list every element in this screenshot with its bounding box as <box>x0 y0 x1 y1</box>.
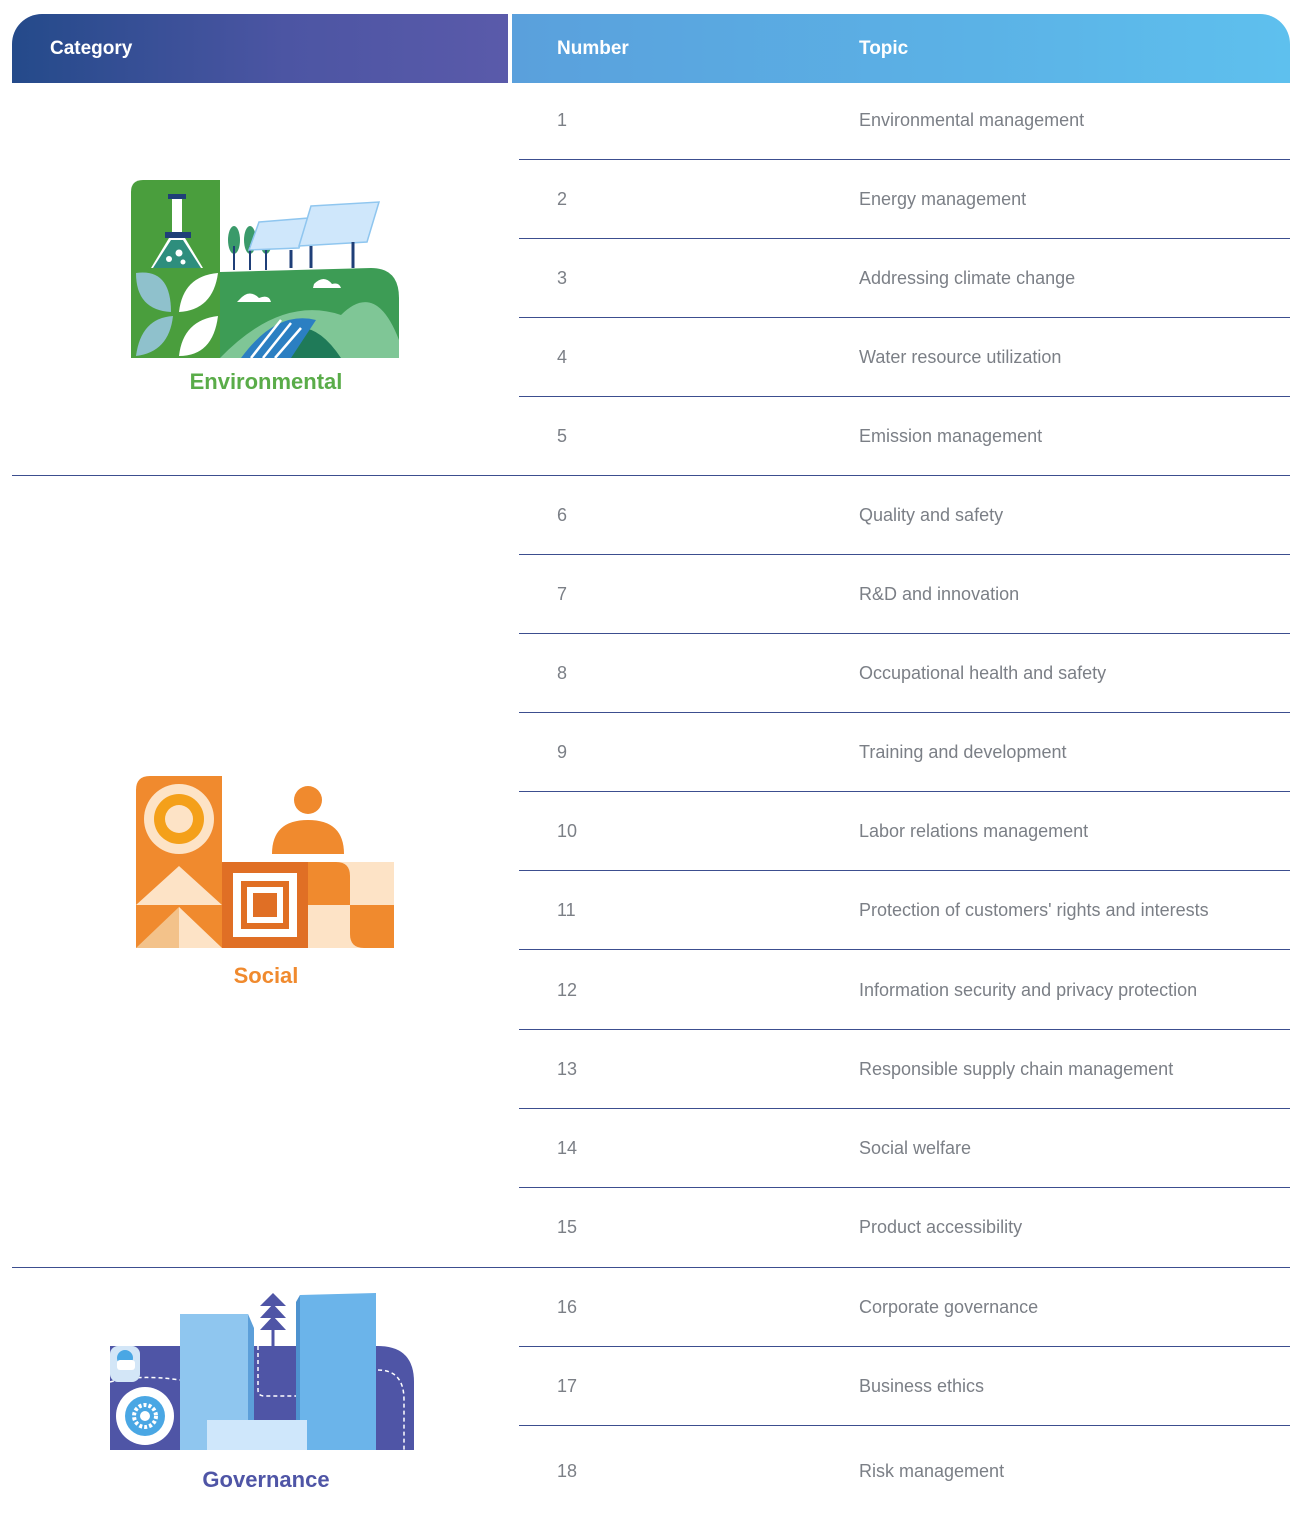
row-number: 5 <box>557 426 568 446</box>
category-header: Category <box>12 14 508 83</box>
table-row: 18 Risk management <box>519 1426 1290 1516</box>
row-topic: Information security and privacy protect… <box>859 980 1198 1000</box>
row-number: 3 <box>557 268 568 288</box>
table-row: 8 Occupational health and safety <box>519 634 1290 713</box>
table-row: 6 Quality and safety <box>519 476 1290 555</box>
row-number: 4 <box>557 347 568 367</box>
environmental-illustration <box>131 180 399 359</box>
table-row: 10 Labor relations management <box>519 792 1290 871</box>
row-number: 1 <box>557 110 568 130</box>
row-topic: Occupational health and safety <box>859 663 1107 683</box>
table-row: 14 Social welfare <box>519 1109 1290 1188</box>
row-topic: Addressing climate change <box>859 268 1076 288</box>
governance-illustration <box>109 1293 414 1450</box>
row-divider <box>519 949 1290 950</box>
row-topic: Risk management <box>859 1461 1005 1481</box>
row-number: 13 <box>557 1059 578 1079</box>
row-number: 12 <box>557 980 578 1000</box>
row-number: 17 <box>557 1376 578 1396</box>
row-number: 8 <box>557 663 568 683</box>
row-topic: Training and development <box>859 742 1067 762</box>
row-number: 18 <box>557 1461 578 1481</box>
row-number: 7 <box>557 584 568 604</box>
number-header-label: Number <box>557 38 629 59</box>
row-topic: Energy management <box>859 189 1027 209</box>
social-illustration <box>136 776 394 948</box>
number-topic-header: Number Topic <box>512 14 1290 83</box>
table-row: 1 Environmental management <box>519 81 1290 160</box>
row-topic: Corporate governance <box>859 1297 1039 1317</box>
row-topic: Protection of customers' rights and inte… <box>859 900 1209 920</box>
category-label-governance: Governance <box>202 1467 330 1492</box>
table-row: 11 Protection of customers' rights and in… <box>519 871 1290 950</box>
table-row: 5 Emission management <box>519 397 1290 476</box>
row-number: 6 <box>557 505 568 525</box>
table-row: 4 Water resource utilization <box>519 318 1290 397</box>
category-label-environmental: Environmental <box>189 369 343 394</box>
row-number: 16 <box>557 1297 578 1317</box>
row-number: 10 <box>557 821 578 841</box>
table-row: 17 Business ethics <box>519 1347 1290 1426</box>
row-topic: Environmental management <box>859 110 1085 130</box>
category-header-label: Category <box>50 38 133 59</box>
row-topic: Quality and safety <box>859 505 1004 525</box>
table-row: 7 R&D and innovation <box>519 555 1290 634</box>
row-number: 2 <box>557 189 568 209</box>
row-topic: R&D and innovation <box>859 584 1020 604</box>
row-topic: Emission management <box>859 426 1043 446</box>
row-topic: Business ethics <box>859 1376 985 1396</box>
table-row: 13 Responsible supply chain management <box>519 1030 1290 1109</box>
row-number: 14 <box>557 1138 578 1158</box>
table-row: 2 Energy management <box>519 160 1290 239</box>
row-number: 11 <box>557 900 576 920</box>
table-row: 16 Corporate governance <box>519 1268 1290 1347</box>
row-topic: Product accessibility <box>859 1217 1023 1237</box>
category-label-social: Social <box>233 963 299 988</box>
row-number: 9 <box>557 742 568 762</box>
topic-header-label: Topic <box>859 38 909 59</box>
row-topic: Labor relations management <box>859 821 1089 841</box>
row-topic: Responsible supply chain management <box>859 1059 1174 1079</box>
table-row: 12 Information security and privacy prote… <box>519 951 1290 1030</box>
table-row: 15 Product accessibility <box>519 1188 1290 1267</box>
row-topic: Social welfare <box>859 1138 972 1158</box>
row-number: 15 <box>557 1217 578 1237</box>
table-row: 3 Addressing climate change <box>519 239 1290 318</box>
table-row: 9 Training and development <box>519 713 1290 792</box>
row-topic: Water resource utilization <box>859 347 1062 367</box>
